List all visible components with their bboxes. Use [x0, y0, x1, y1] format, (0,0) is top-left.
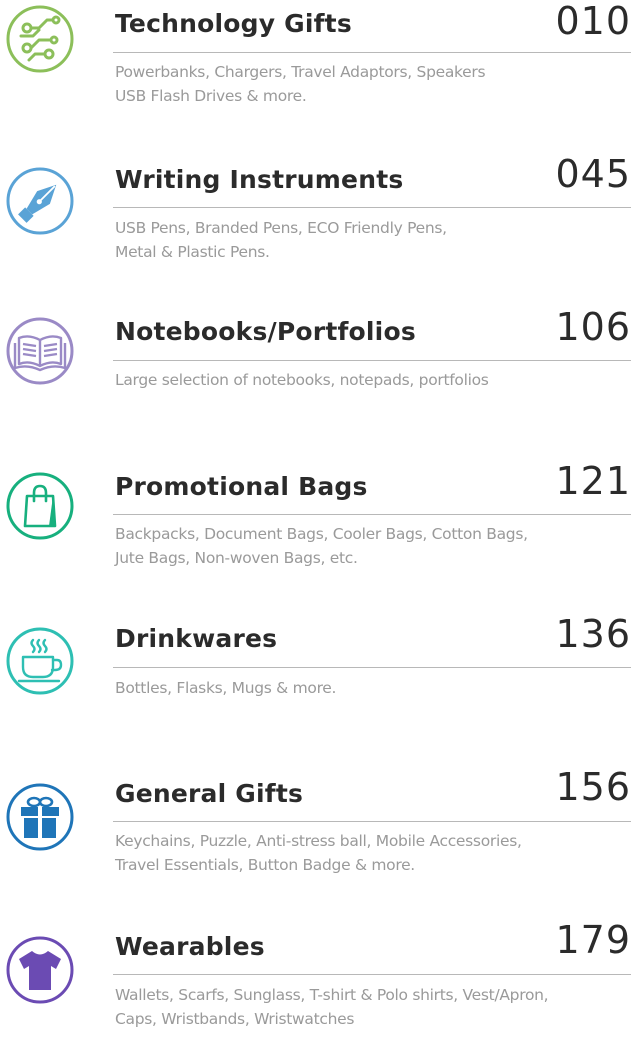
category-description: Powerbanks, Chargers, Travel Adaptors, S…: [115, 60, 486, 108]
fountain-pen-icon: [5, 166, 75, 236]
description-line: USB Pens, Branded Pens, ECO Friendly Pen…: [115, 219, 447, 237]
description-line: Wallets, Scarfs, Sunglass, T-shirt & Pol…: [115, 986, 549, 1004]
category-description: Backpacks, Document Bags, Cooler Bags, C…: [115, 522, 528, 570]
page-number: 045: [555, 152, 631, 196]
divider: [113, 821, 631, 822]
category-description: Bottles, Flasks, Mugs & more.: [115, 676, 336, 700]
description-line: Bottles, Flasks, Mugs & more.: [115, 679, 337, 697]
page-number: 010: [555, 0, 631, 43]
divider: [113, 52, 631, 53]
divider: [113, 667, 631, 668]
description-line: Caps, Wristbands, Wristwatches: [115, 1010, 355, 1028]
category-title: Wearables: [115, 932, 265, 961]
divider: [113, 514, 631, 515]
page-number: 156: [555, 765, 631, 809]
category-drinkwares[interactable]: Drinkwares 136 Bottles, Flasks, Mugs & m…: [0, 615, 634, 755]
category-title: General Gifts: [115, 779, 304, 808]
category-description: Large selection of notebooks, notepads, …: [115, 368, 489, 392]
gift-box-icon: [5, 782, 75, 852]
category-description: USB Pens, Branded Pens, ECO Friendly Pen…: [115, 216, 447, 264]
category-description: Keychains, Puzzle, Anti-stress ball, Mob…: [115, 829, 522, 877]
coffee-cup-icon: [5, 626, 75, 696]
category-title: Drinkwares: [115, 624, 278, 653]
divider: [113, 974, 631, 975]
shopping-bag-icon: [5, 471, 75, 541]
category-notebooks-portfolios[interactable]: Notebooks/Portfolios 106 Large selection…: [0, 308, 634, 448]
category-title: Promotional Bags: [115, 472, 368, 501]
description-line: Backpacks, Document Bags, Cooler Bags, C…: [115, 525, 528, 543]
description-line: Powerbanks, Chargers, Travel Adaptors, S…: [115, 63, 486, 81]
description-line: Jute Bags, Non-woven Bags, etc.: [115, 549, 358, 567]
description-line: Travel Essentials, Button Badge & more.: [115, 856, 415, 874]
category-description: Wallets, Scarfs, Sunglass, T-shirt & Pol…: [115, 983, 549, 1031]
page-number: 179: [555, 918, 631, 962]
open-book-icon: [5, 316, 75, 386]
category-general-gifts[interactable]: General Gifts 156 Keychains, Puzzle, Ant…: [0, 768, 634, 908]
divider: [113, 207, 631, 208]
page-number: 121: [555, 459, 631, 503]
category-title: Technology Gifts: [115, 9, 352, 38]
category-title: Notebooks/Portfolios: [115, 317, 416, 346]
description-line: Large selection of notebooks, notepads, …: [115, 371, 489, 389]
description-line: Keychains, Puzzle, Anti-stress ball, Mob…: [115, 832, 522, 850]
category-wearables[interactable]: Wearables 179 Wallets, Scarfs, Sunglass,…: [0, 921, 634, 1061]
page-number: 106: [555, 305, 631, 349]
category-promotional-bags[interactable]: Promotional Bags 121 Backpacks, Document…: [0, 462, 634, 602]
description-line: Metal & Plastic Pens.: [115, 243, 270, 261]
category-writing-instruments[interactable]: Writing Instruments 045 USB Pens, Brande…: [0, 155, 634, 295]
description-line: USB Flash Drives & more.: [115, 87, 307, 105]
category-technology-gifts[interactable]: Technology Gifts 010 Powerbanks, Charger…: [0, 0, 634, 140]
page-number: 136: [555, 612, 631, 656]
category-title: Writing Instruments: [115, 165, 404, 194]
divider: [113, 360, 631, 361]
circuit-icon: [5, 4, 75, 74]
t-shirt-icon: [5, 935, 75, 1005]
